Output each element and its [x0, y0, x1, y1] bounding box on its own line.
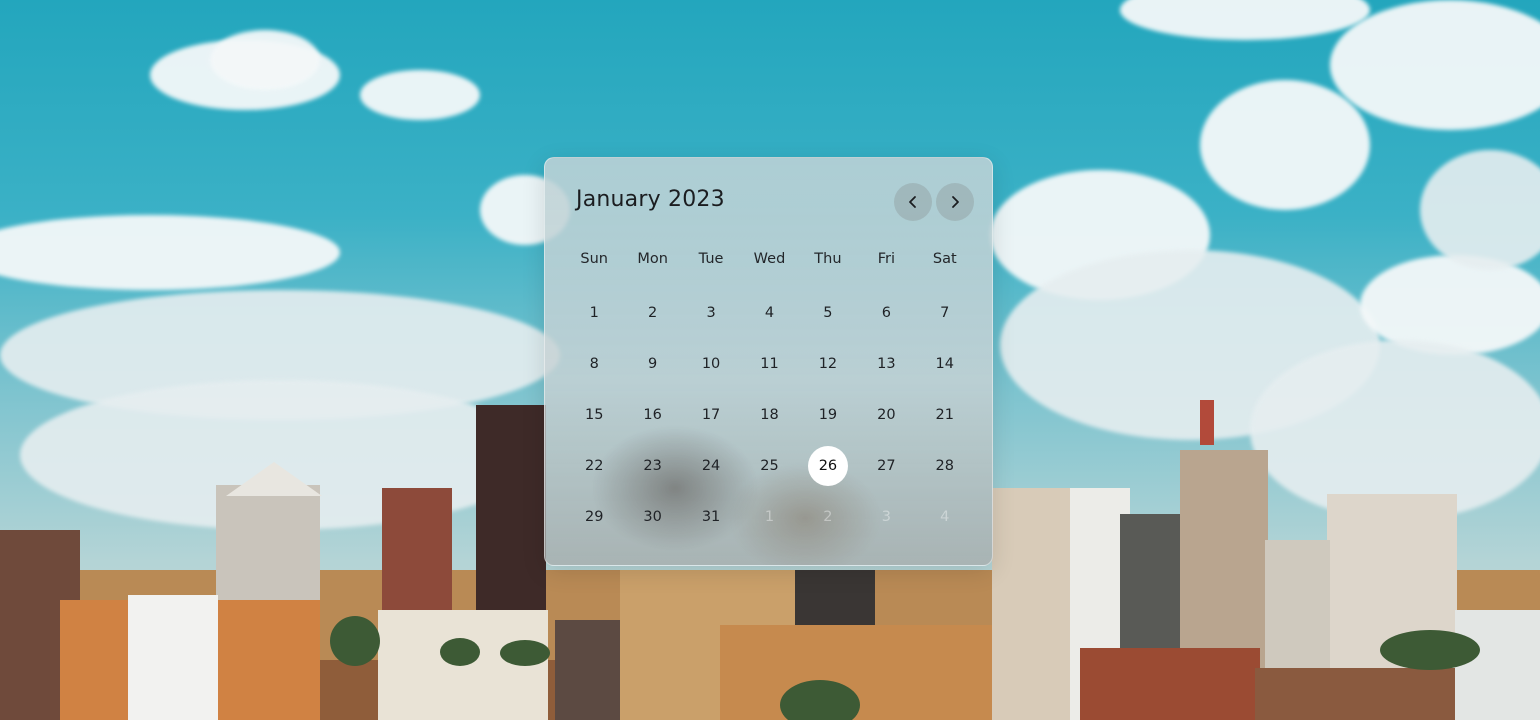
day-number: 4: [764, 305, 775, 321]
previous-month-button[interactable]: [894, 183, 932, 221]
day-number: 11: [760, 356, 779, 372]
day-cell-next-month[interactable]: 2: [799, 497, 857, 548]
day-number: 15: [584, 407, 604, 423]
day-number: 10: [701, 356, 721, 372]
weekday-label: Wed: [753, 251, 786, 267]
day-cell[interactable]: 6: [857, 293, 915, 344]
day-cell[interactable]: 13: [857, 344, 915, 395]
day-number: 2: [648, 305, 658, 321]
next-month-button[interactable]: [936, 183, 974, 221]
day-cell[interactable]: 17: [682, 395, 740, 446]
day-cell[interactable]: 4: [740, 293, 798, 344]
day-number: 17: [701, 407, 721, 423]
day-cell-next-month[interactable]: 4: [916, 497, 974, 548]
day-number: 22: [584, 458, 604, 474]
day-number: 5: [823, 305, 833, 321]
weekday-header: Sun Mon Tue Wed Thu Fri Sat: [565, 251, 974, 273]
day-number: 31: [701, 509, 721, 525]
days-grid: 1 2 3 4 5 6 7 8 9 10 11 12 13 14 15 16 17 18 19 20 21 22 23 24 2…: [565, 293, 974, 548]
day-number: 13: [877, 356, 896, 372]
day-number: 1: [764, 509, 775, 525]
day-number: 30: [643, 509, 662, 525]
day-cell-next-month[interactable]: 1: [740, 497, 798, 548]
day-cell-selected[interactable]: 26: [799, 446, 857, 497]
day-number: 29: [584, 509, 604, 525]
day-cell[interactable]: 27: [857, 446, 915, 497]
day-cell[interactable]: 3: [682, 293, 740, 344]
day-number: 6: [881, 305, 891, 321]
day-cell[interactable]: 18: [740, 395, 798, 446]
day-number: 18: [760, 407, 779, 423]
day-cell[interactable]: 30: [623, 497, 681, 548]
day-number: 8: [589, 356, 599, 372]
day-cell[interactable]: 7: [916, 293, 974, 344]
day-number: 24: [701, 458, 721, 474]
weekday-label: Tue: [698, 251, 724, 267]
day-cell[interactable]: 9: [623, 344, 681, 395]
day-cell[interactable]: 29: [565, 497, 623, 548]
day-cell[interactable]: 1: [565, 293, 623, 344]
day-cell[interactable]: 21: [916, 395, 974, 446]
day-cell[interactable]: 24: [682, 446, 740, 497]
calendar-widget: January 2023 Sun Mon Tue Wed Thu Fri Sat…: [544, 157, 993, 566]
day-number: 19: [818, 407, 838, 423]
weekday-label: Fri: [877, 251, 895, 267]
day-cell[interactable]: 31: [682, 497, 740, 548]
day-number: 12: [818, 356, 838, 372]
month-year-title: January 2023: [576, 187, 725, 212]
day-cell-next-month[interactable]: 3: [857, 497, 915, 548]
weekday-label: Sat: [932, 251, 957, 267]
day-number: 1: [589, 305, 599, 321]
day-cell[interactable]: 20: [857, 395, 915, 446]
chevron-right-icon: [952, 196, 959, 208]
day-cell[interactable]: 19: [799, 395, 857, 446]
day-cell[interactable]: 15: [565, 395, 623, 446]
day-number: 20: [877, 407, 896, 423]
day-cell[interactable]: 14: [916, 344, 974, 395]
day-number: 25: [760, 458, 779, 474]
day-cell[interactable]: 8: [565, 344, 623, 395]
day-number: 7: [940, 305, 950, 321]
day-number: 4: [940, 509, 950, 525]
day-number: 27: [877, 458, 896, 474]
day-cell[interactable]: 12: [799, 344, 857, 395]
day-number: 26: [807, 446, 848, 486]
day-cell[interactable]: 23: [623, 446, 681, 497]
weekday-label: Sun: [580, 251, 608, 267]
day-number: 9: [648, 356, 658, 372]
day-cell[interactable]: 11: [740, 344, 798, 395]
day-cell[interactable]: 5: [799, 293, 857, 344]
day-cell[interactable]: 22: [565, 446, 623, 497]
day-number: 23: [643, 458, 662, 474]
weekday-label: Thu: [814, 251, 842, 267]
day-cell[interactable]: 16: [623, 395, 681, 446]
day-cell[interactable]: 10: [682, 344, 740, 395]
day-number: 14: [935, 356, 954, 372]
day-number: 3: [706, 305, 716, 321]
chevron-left-icon: [909, 196, 916, 208]
day-cell[interactable]: 28: [916, 446, 974, 497]
weekday-label: Mon: [637, 251, 668, 267]
day-cell[interactable]: 2: [623, 293, 681, 344]
day-number: 28: [935, 458, 954, 474]
day-number: 3: [881, 509, 891, 525]
day-number: 21: [935, 407, 954, 423]
day-number: 2: [823, 509, 833, 525]
day-cell[interactable]: 25: [740, 446, 798, 497]
day-number: 16: [643, 407, 662, 423]
